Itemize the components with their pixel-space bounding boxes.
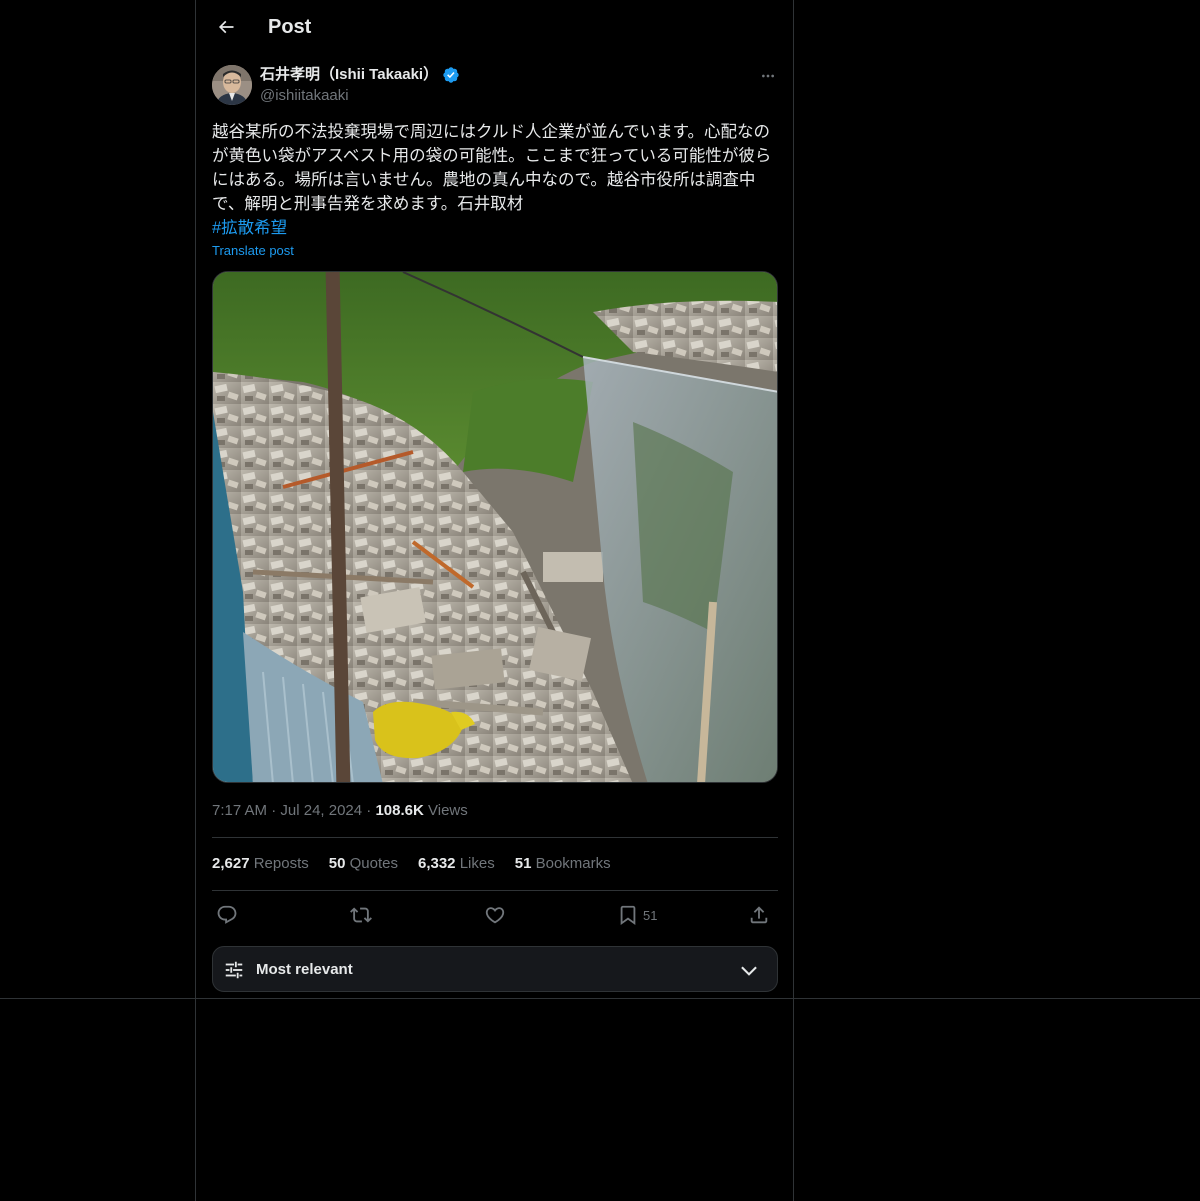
bookmarks-label: Bookmarks xyxy=(535,855,611,872)
repost-icon xyxy=(350,907,372,923)
post-text: 越谷某所の不法投棄現場で周辺にはクルド人企業が並んでいます。心配なのが黄色い袋が… xyxy=(212,123,772,213)
reposts-count: 2,627 xyxy=(212,855,250,872)
author-handle[interactable]: @ishiitakaaki xyxy=(260,86,349,106)
quotes-count: 50 xyxy=(328,855,346,872)
stat-reposts[interactable]: 2,627 Reposts xyxy=(212,854,309,874)
views-count: 108.6K xyxy=(375,802,424,819)
meta-separator-2: · xyxy=(366,802,372,819)
post-meta: 7:17 AM · Jul 24, 2024 · 108.6K Views xyxy=(212,801,468,821)
author-display-name: 石井孝明（Ishii Takaaki） xyxy=(260,66,439,83)
sort-sliders-icon xyxy=(225,961,243,979)
share-icon xyxy=(750,906,768,924)
stat-bookmarks[interactable]: 51 Bookmarks xyxy=(515,854,611,874)
avatar-photo xyxy=(212,65,252,105)
reply-icon xyxy=(217,905,237,924)
like-icon xyxy=(485,907,505,924)
page: Post 石井孝明（Ishii Takaaki） @ishiitakaaki 越… xyxy=(0,0,1200,1201)
bookmark-button[interactable]: 51 xyxy=(617,898,657,932)
chevron-down-icon xyxy=(741,966,757,976)
like-button[interactable] xyxy=(484,898,506,932)
more-button[interactable] xyxy=(756,64,780,88)
repost-button[interactable] xyxy=(350,898,372,932)
stat-likes[interactable]: 6,332 Likes xyxy=(418,854,495,874)
horizontal-divider xyxy=(0,998,1200,999)
page-header: Post xyxy=(196,0,793,54)
divider-middle xyxy=(212,890,778,891)
sort-label: Most relevant xyxy=(256,961,353,978)
bookmark-count: 51 xyxy=(643,907,658,923)
avatar[interactable] xyxy=(212,65,252,105)
main-column: Post 石井孝明（Ishii Takaaki） @ishiitakaaki 越… xyxy=(195,0,794,1201)
post-photo xyxy=(213,272,777,782)
bookmark-icon xyxy=(620,905,636,926)
reposts-label: Reposts xyxy=(253,855,309,872)
post-stats: 2,627 Reposts 50 Quotes 6,332 Likes 51 B… xyxy=(212,854,611,874)
page-title: Post xyxy=(268,16,312,38)
more-icon xyxy=(762,74,774,78)
likes-label: Likes xyxy=(459,855,495,872)
reply-button[interactable] xyxy=(216,898,238,932)
views-label: Views xyxy=(428,802,468,819)
reply-sort-dropdown[interactable]: Most relevant xyxy=(212,946,778,992)
likes-count: 6,332 xyxy=(417,855,456,872)
hashtag-link[interactable]: #拡散希望 xyxy=(212,216,287,240)
action-bar: 51 xyxy=(212,898,778,932)
translate-post-link[interactable]: Translate post xyxy=(212,242,294,260)
post-time[interactable]: 7:17 AM xyxy=(212,802,267,819)
meta-separator: · xyxy=(271,802,277,819)
stat-quotes[interactable]: 50 Quotes xyxy=(329,854,398,874)
back-button[interactable] xyxy=(208,9,244,45)
post-date[interactable]: Jul 24, 2024 xyxy=(280,802,362,819)
post-image[interactable] xyxy=(212,271,778,783)
bookmarks-count: 51 xyxy=(514,855,532,872)
divider-top xyxy=(212,837,778,838)
author-name[interactable]: 石井孝明（Ishii Takaaki） xyxy=(260,65,460,85)
back-arrow-icon xyxy=(218,20,234,34)
quotes-label: Quotes xyxy=(349,855,398,872)
verified-badge-icon xyxy=(443,67,459,83)
share-button[interactable] xyxy=(748,898,770,932)
